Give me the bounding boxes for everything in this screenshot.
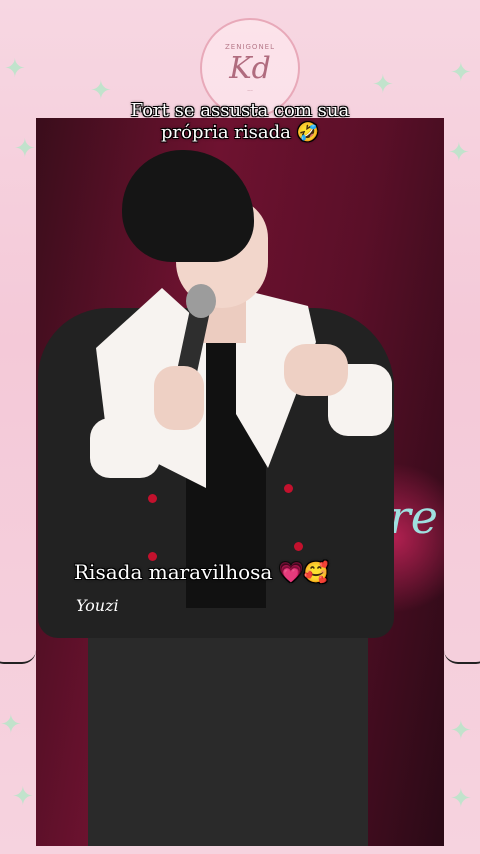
microphone-icon: [186, 284, 216, 318]
jacket-button: [294, 542, 303, 551]
caption-middle: Risada maravilhosa 💗🥰: [74, 560, 329, 584]
decor-cord: [0, 650, 36, 664]
left-hand: [154, 366, 204, 430]
badge-top-text: ZENIGONEL: [224, 43, 275, 51]
badge-bottom-text: ...: [247, 86, 253, 93]
sparkle-icon: ✦: [372, 70, 394, 100]
sparkle-icon: ✦: [12, 782, 34, 812]
jacket-button: [284, 484, 293, 493]
badge-monogram: Kd: [229, 51, 271, 86]
sparkle-icon: ✦: [450, 58, 472, 88]
sparkle-icon: ✦: [4, 54, 26, 84]
sparkle-icon: ✦: [0, 710, 22, 740]
left-cuff: [90, 418, 160, 478]
video-frame: re Youzi: [36, 118, 444, 846]
sparkle-icon: ✦: [450, 716, 472, 746]
trousers: [88, 638, 368, 846]
sparkle-icon: ✦: [450, 784, 472, 814]
caption-top: Fort se assusta com sua própria risada 🤣: [0, 100, 480, 144]
caption-top-line2: própria risada 🤣: [160, 122, 320, 143]
caption-top-line1: Fort se assusta com sua: [130, 100, 350, 121]
stage-backdrop-text: re: [388, 490, 438, 544]
right-hand: [284, 344, 348, 396]
jacket-button: [148, 494, 157, 503]
hair: [122, 150, 254, 262]
video-watermark: Youzi: [76, 596, 119, 615]
decor-cord: [444, 650, 480, 664]
